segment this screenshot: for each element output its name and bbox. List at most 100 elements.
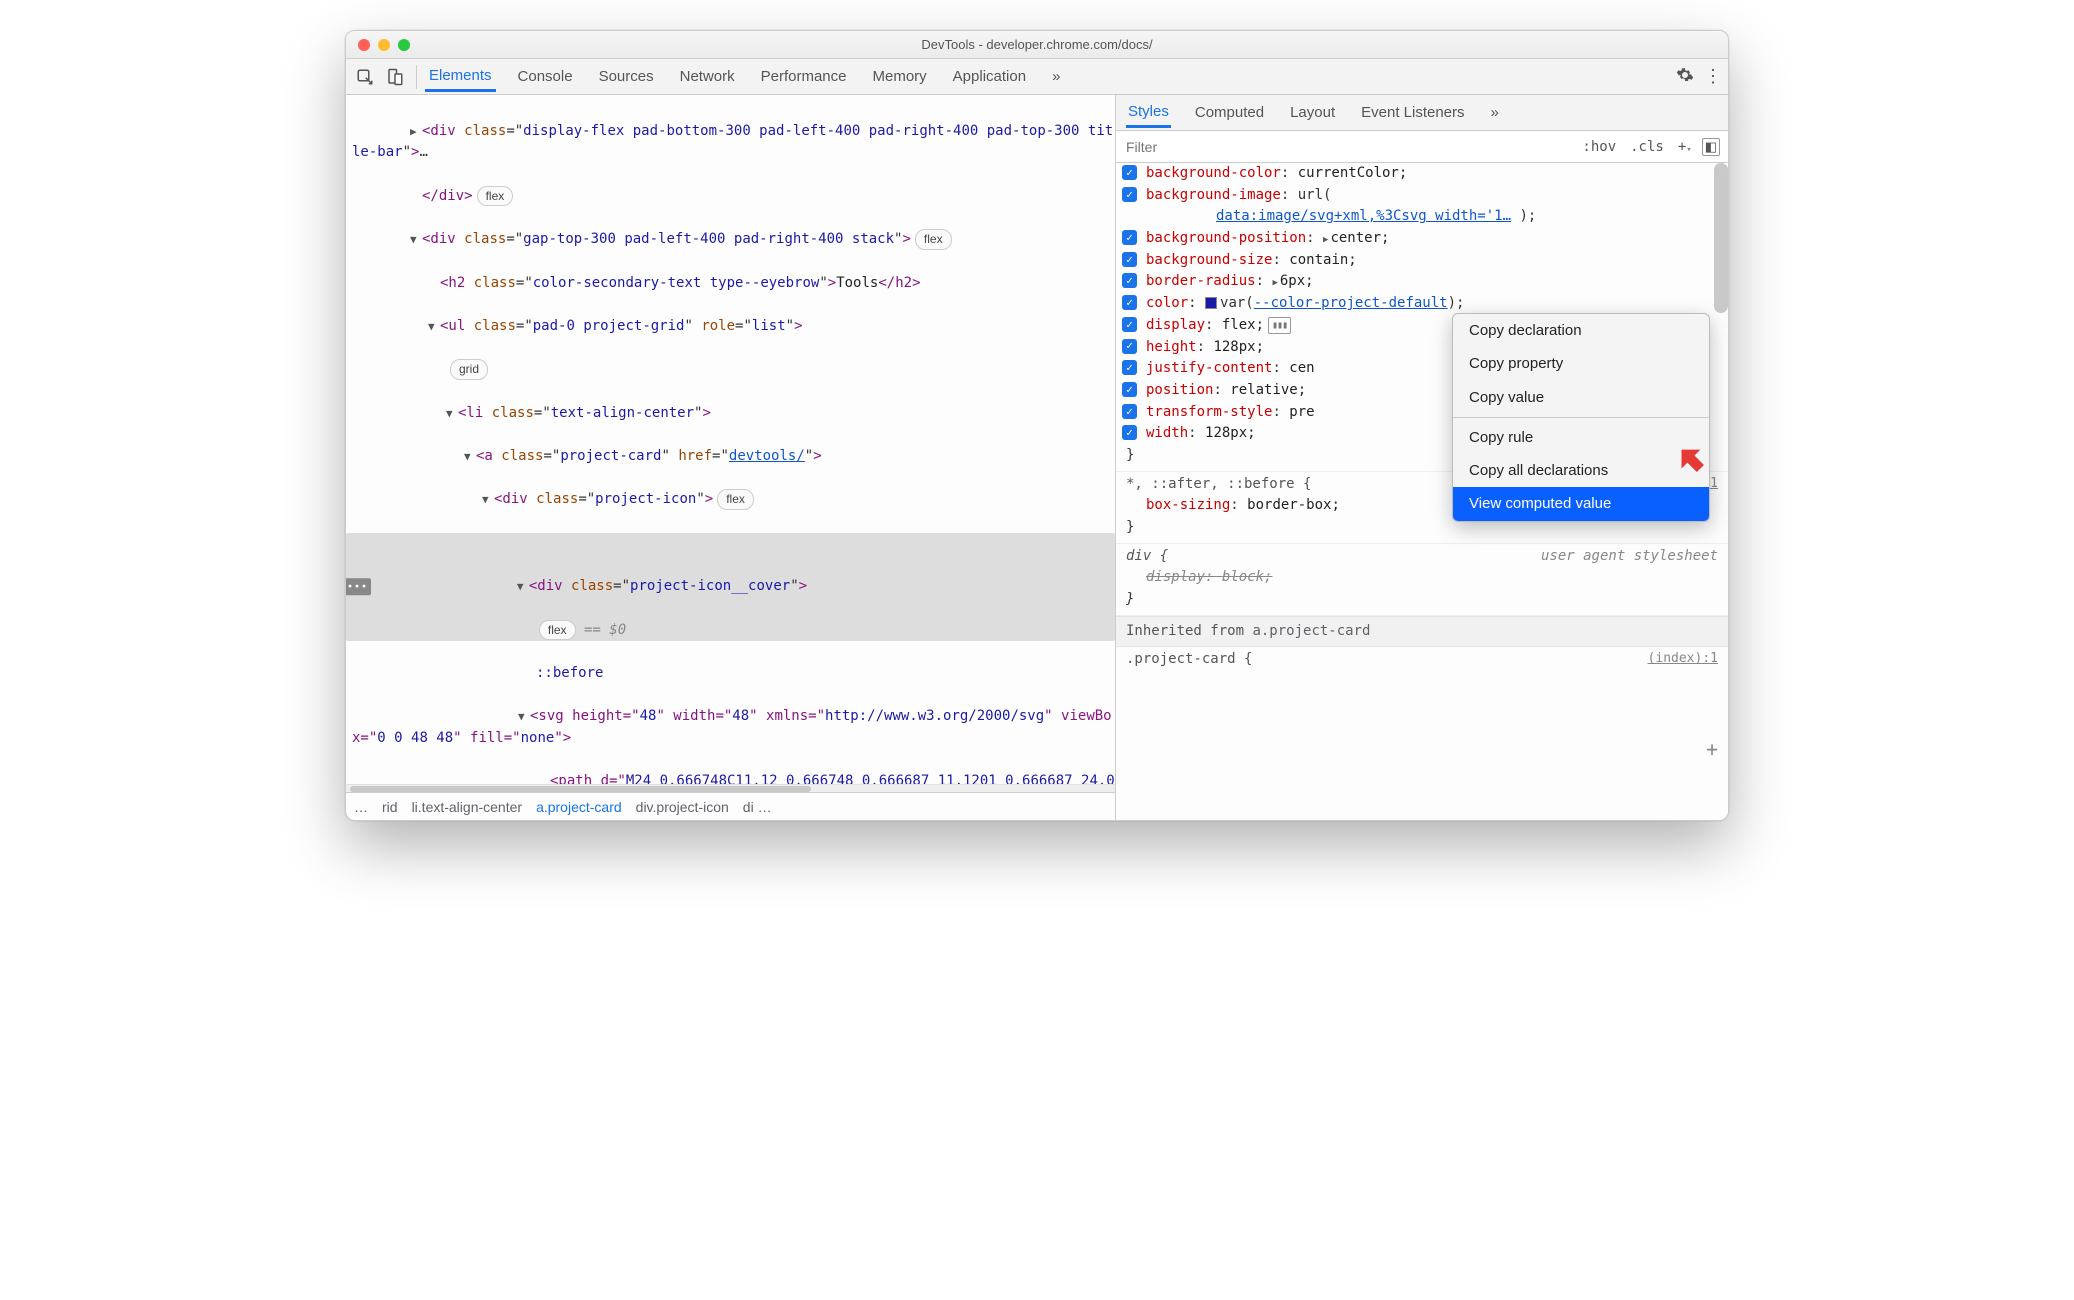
breadcrumb-item-active[interactable]: a.project-card [536,799,622,815]
cls-button[interactable]: .cls [1626,137,1668,157]
css-rule: .project-card { (index):1 [1116,647,1728,675]
tab-memory[interactable]: Memory [869,62,931,91]
side-tab-computed[interactable]: Computed [1193,98,1266,127]
attr-value: project-icon [595,491,696,507]
tag-text: " width=" [656,708,732,724]
css-value: block; [1222,569,1273,585]
css-declaration[interactable]: background-size: contain; [1126,250,1718,272]
selector[interactable]: div { [1126,548,1168,564]
layout-badge-flex[interactable]: flex [539,620,576,641]
selector[interactable]: .project-card { [1126,651,1252,667]
context-menu-item[interactable]: Copy all declarations [1453,454,1709,487]
styles-filter-input[interactable] [1124,138,1572,156]
inspect-element-icon[interactable] [352,64,378,90]
tag-open: <svg height=" [530,708,640,724]
tab-application[interactable]: Application [949,62,1030,91]
checkbox-icon[interactable] [1122,317,1137,332]
layout-badge-flex[interactable]: flex [717,489,754,510]
checkbox-icon[interactable] [1122,295,1137,310]
horizontal-scrollbar[interactable] [346,784,1115,792]
href-link[interactable]: devtools/ [729,448,805,464]
checkbox-icon[interactable] [1122,360,1137,375]
breadcrumbs[interactable]: … rid li.text-align-center a.project-car… [346,792,1115,820]
tabs-overflow[interactable]: » [1048,62,1064,91]
checkbox-icon[interactable] [1122,404,1137,419]
attr-value: gap-top-300 pad-left-400 pad-right-400 s… [523,231,894,247]
zoom-window-button[interactable] [398,39,410,51]
checkbox-icon[interactable] [1122,425,1137,440]
css-declaration[interactable]: background-color: currentColor; [1126,163,1718,185]
flexbox-editor-icon[interactable]: ▮▮▮ [1268,317,1291,335]
breadcrumb-overflow[interactable]: … [354,799,368,815]
tab-network[interactable]: Network [676,62,739,91]
selected-dom-node[interactable]: ••• <div class="project-icon__cover"> fl… [346,533,1115,641]
side-tabs-overflow[interactable]: » [1489,98,1501,127]
css-declaration[interactable]: color: var(--color-project-default); [1126,293,1718,315]
minimize-window-button[interactable] [378,39,390,51]
breadcrumb-item[interactable]: div.project-icon [636,799,729,815]
new-style-rule-button[interactable]: +▾ [1674,137,1696,157]
device-toolbar-icon[interactable] [382,64,408,90]
source-link[interactable]: (index):1 [1648,649,1718,669]
breadcrumb-item[interactable]: di … [743,799,772,815]
kebab-menu-icon[interactable]: ⋮ [1704,66,1722,87]
context-menu-item[interactable]: Copy declaration [1453,314,1709,347]
toggle-computed-panel-icon[interactable]: ◧ [1702,138,1720,156]
pseudo-element[interactable]: ::before [536,665,603,681]
gear-icon[interactable] [1676,66,1694,87]
css-variable[interactable]: --color-project-default [1254,295,1448,311]
css-property: position [1146,382,1213,398]
selector[interactable]: *, ::after, ::before { [1126,476,1311,492]
attr-value: project-icon__cover [630,578,790,594]
checkbox-icon[interactable] [1122,339,1137,354]
tag-close: "> [554,730,571,746]
side-tab-event-listeners[interactable]: Event Listeners [1359,98,1466,127]
checkbox-icon[interactable] [1122,165,1137,180]
checkbox-icon[interactable] [1122,187,1137,202]
console-ref: == $0 [584,622,626,638]
inherited-from-header: Inherited from a.project-card [1116,616,1728,648]
layout-badge-flex[interactable]: flex [477,186,514,207]
side-tab-styles[interactable]: Styles [1126,97,1171,128]
attr-value: 48 [732,708,749,724]
css-property: display [1146,569,1205,585]
context-menu-item[interactable]: Copy property [1453,347,1709,380]
css-value: cen [1289,360,1314,376]
side-tab-layout[interactable]: Layout [1288,98,1337,127]
hov-button[interactable]: :hov [1578,137,1620,157]
css-declaration[interactable]: background-position: center; [1126,228,1718,250]
tab-sources[interactable]: Sources [595,62,658,91]
tab-console[interactable]: Console [514,62,577,91]
css-value: 128px; [1205,425,1256,441]
css-value: relative; [1230,382,1306,398]
tab-performance[interactable]: Performance [757,62,851,91]
breadcrumb-item[interactable]: li.text-align-center [412,799,523,815]
css-declaration-overridden[interactable]: display: block; [1126,567,1718,589]
css-rule-ua: div { user agent stylesheet display: blo… [1116,544,1728,616]
layout-badge-grid[interactable]: grid [450,359,488,380]
layout-badge-flex[interactable]: flex [915,229,952,250]
checkbox-icon[interactable] [1122,252,1137,267]
color-swatch-icon[interactable] [1205,297,1217,309]
toolbar-right: ⋮ [1676,66,1722,87]
tab-elements[interactable]: Elements [425,61,496,92]
css-declaration[interactable]: border-radius: 6px; [1126,271,1718,293]
dom-tree[interactable]: <div class="display-flex pad-bottom-300 … [346,95,1115,784]
checkbox-icon[interactable] [1122,230,1137,245]
context-menu-item[interactable]: View computed value [1453,487,1709,520]
attr-value: http://www.w3.org/2000/svg [825,708,1044,724]
checkbox-icon[interactable] [1122,273,1137,288]
checkbox-icon[interactable] [1122,382,1137,397]
context-menu-item[interactable]: Copy value [1453,381,1709,414]
css-property: justify-content [1146,360,1272,376]
inherit-selector[interactable]: a.project-card [1252,623,1370,639]
expand-shorthand-icon[interactable] [1272,273,1279,289]
context-menu: Copy declarationCopy propertyCopy value C… [1452,313,1710,522]
main-tabs: Elements Console Sources Network Perform… [425,61,1672,92]
url-link[interactable]: data:image/svg+xml,%3Csvg width='1… [1216,208,1511,224]
context-menu-item[interactable]: Copy rule [1453,421,1709,454]
css-declaration[interactable]: background-image: url(data:image/svg+xml… [1126,185,1718,228]
close-window-button[interactable] [358,39,370,51]
breadcrumb-item[interactable]: rid [382,799,398,815]
add-rule-plus-icon[interactable]: + [1706,734,1718,765]
